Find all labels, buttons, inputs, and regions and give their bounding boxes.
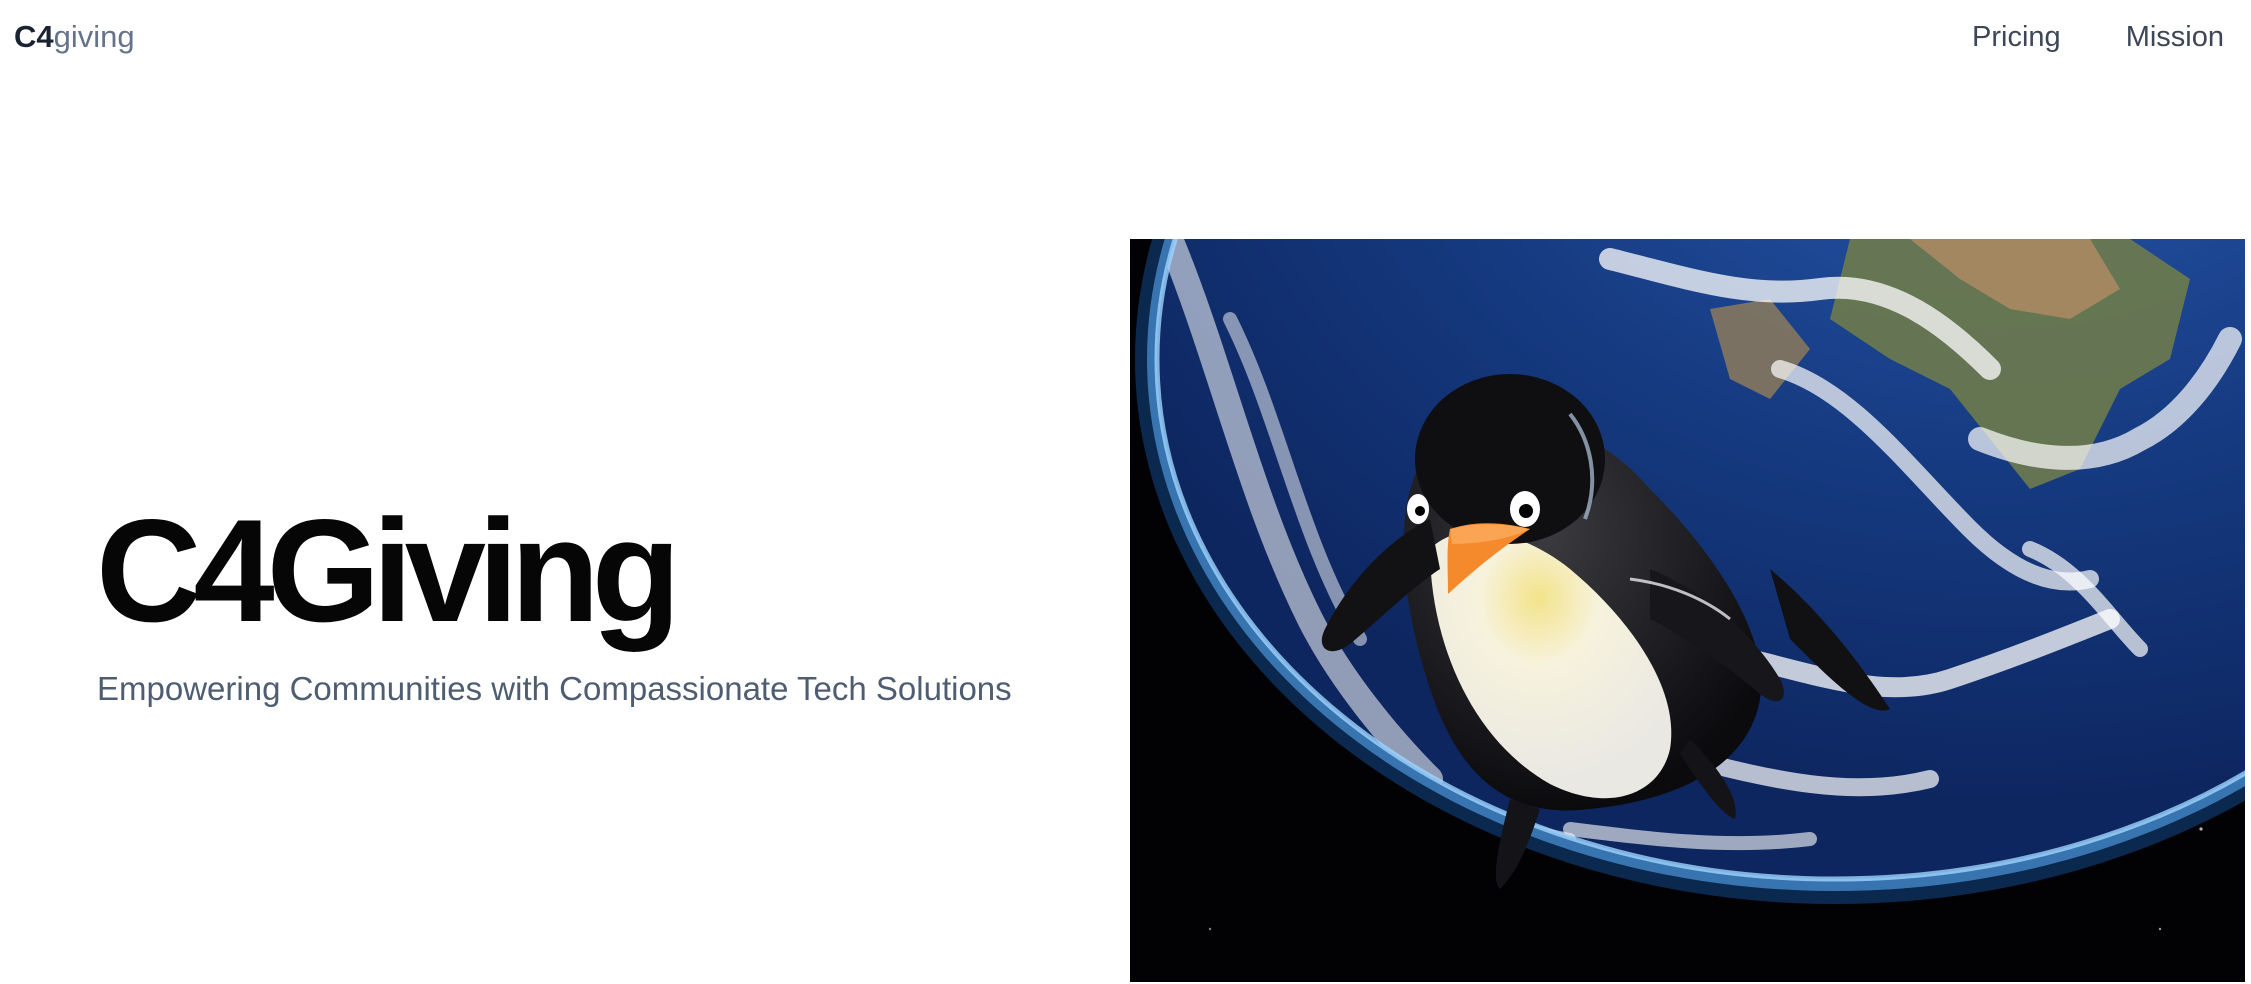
hero-title: C4Giving bbox=[96, 489, 681, 652]
logo-light-text: giving bbox=[53, 19, 135, 54]
landing-page: C4giving Pricing Mission C4Giving Empowe… bbox=[0, 0, 2251, 984]
site-logo[interactable]: C4giving bbox=[14, 18, 135, 56]
penguin-over-earth-illustration bbox=[1130, 239, 2245, 982]
logo-strong-text: C4 bbox=[14, 19, 54, 54]
site-header: C4giving Pricing Mission bbox=[0, 0, 2251, 72]
main-nav: Pricing Mission bbox=[1972, 18, 2224, 56]
hero-image bbox=[1130, 239, 2245, 982]
nav-link-mission[interactable]: Mission bbox=[2126, 18, 2224, 56]
hero-subtitle: Empowering Communities with Compassionat… bbox=[97, 670, 1012, 707]
nav-link-pricing[interactable]: Pricing bbox=[1972, 18, 2061, 56]
